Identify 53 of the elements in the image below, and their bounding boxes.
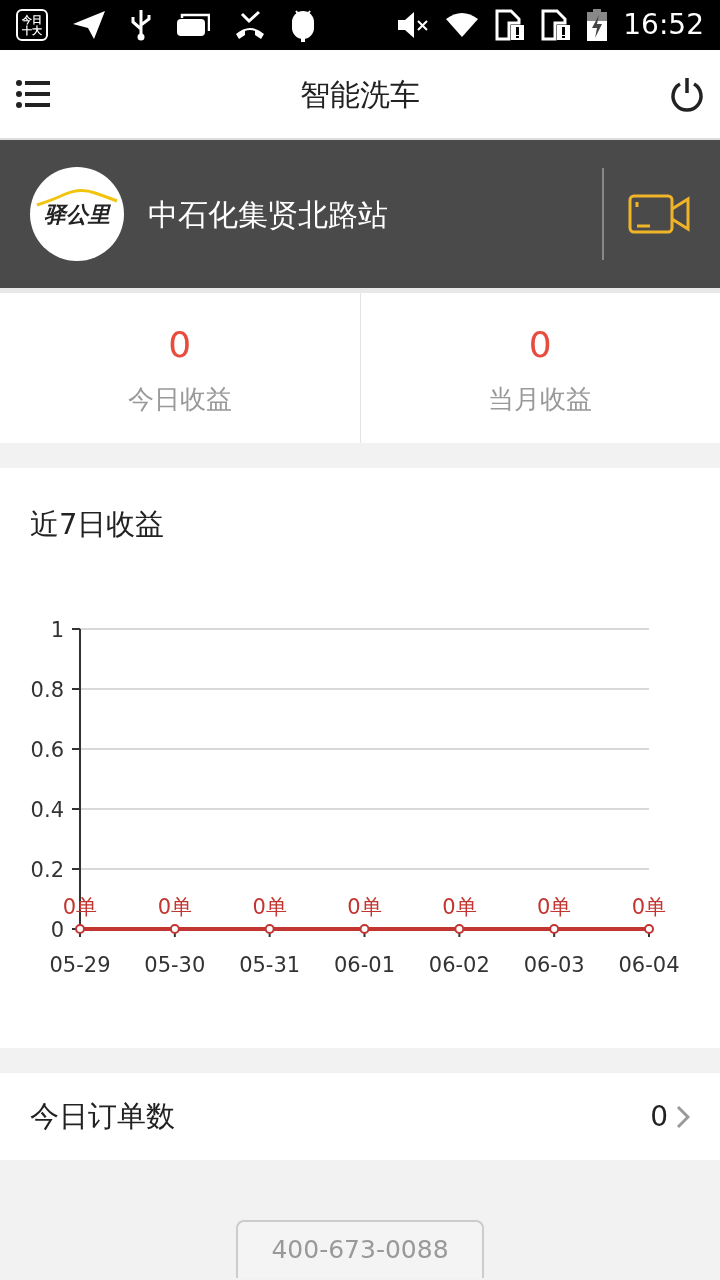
- data-point: [644, 923, 654, 934]
- usb-icon: [130, 9, 152, 41]
- axis-tick-label: 0: [50, 917, 64, 942]
- orders-row[interactable]: 今日订单数 0: [0, 1073, 720, 1160]
- data-label: 0单: [347, 894, 382, 919]
- data-label: 0单: [631, 894, 667, 919]
- data-label: 0单: [157, 894, 192, 919]
- axis-tick-label: 06-02: [428, 952, 490, 977]
- station-name: 中石化集贤北路站: [148, 195, 389, 234]
- power-icon[interactable]: [670, 76, 704, 112]
- stat-value: 0: [528, 322, 552, 367]
- data-point: [75, 923, 85, 934]
- message-icon: [176, 13, 210, 37]
- sim-card-icon: [541, 9, 572, 41]
- axis-tick-label: 0.4: [30, 797, 64, 822]
- video-camera-icon[interactable]: [628, 194, 690, 234]
- axis-tick-label: 05-30: [144, 952, 206, 977]
- chart-title: 近7日收益: [29, 506, 166, 543]
- axis-tick-label: 06-01: [334, 952, 395, 977]
- data-point: [264, 923, 275, 934]
- data-label: 0单: [537, 894, 572, 919]
- stat-label: 今日收益: [127, 382, 232, 416]
- sim-card-icon: [495, 9, 526, 41]
- menu-icon[interactable]: [16, 80, 50, 108]
- wifi-icon: [445, 12, 480, 38]
- data-point: [169, 923, 180, 934]
- stat-label: 当月收益: [488, 382, 593, 416]
- axis-tick-label: 06-03: [523, 952, 585, 977]
- axis-tick-label: 05-31: [239, 952, 301, 977]
- page-title: 智能洗车: [299, 75, 421, 114]
- axis-tick-label: 1: [50, 617, 64, 642]
- axis-tick-label: 0.8: [30, 677, 64, 702]
- axis-tick-label: 05-29: [49, 952, 111, 977]
- send-icon: [72, 10, 106, 40]
- data-point: [359, 923, 370, 934]
- orders-label: 今日订单数: [30, 1097, 175, 1135]
- stat-value: 0: [168, 322, 192, 367]
- data-label: 0单: [252, 894, 287, 919]
- clock-time: 16:52: [623, 7, 704, 43]
- axis-tick-label: 06-04: [618, 952, 680, 977]
- robot-icon: [290, 8, 316, 42]
- mute-icon: [397, 11, 430, 39]
- data-label: 0单: [442, 894, 477, 919]
- app-notification-icon: 今日十大: [16, 9, 48, 41]
- chevron-right-icon: [676, 1104, 690, 1129]
- data-point: [454, 923, 465, 934]
- missed-call-icon: [234, 10, 266, 40]
- battery-icon: [587, 9, 608, 41]
- axis-tick-label: 0.6: [30, 737, 64, 762]
- axis-tick-label: 0.2: [30, 857, 64, 882]
- logo-text: 驿公里: [44, 200, 110, 229]
- data-point: [549, 923, 560, 934]
- orders-count: 0: [650, 1098, 668, 1135]
